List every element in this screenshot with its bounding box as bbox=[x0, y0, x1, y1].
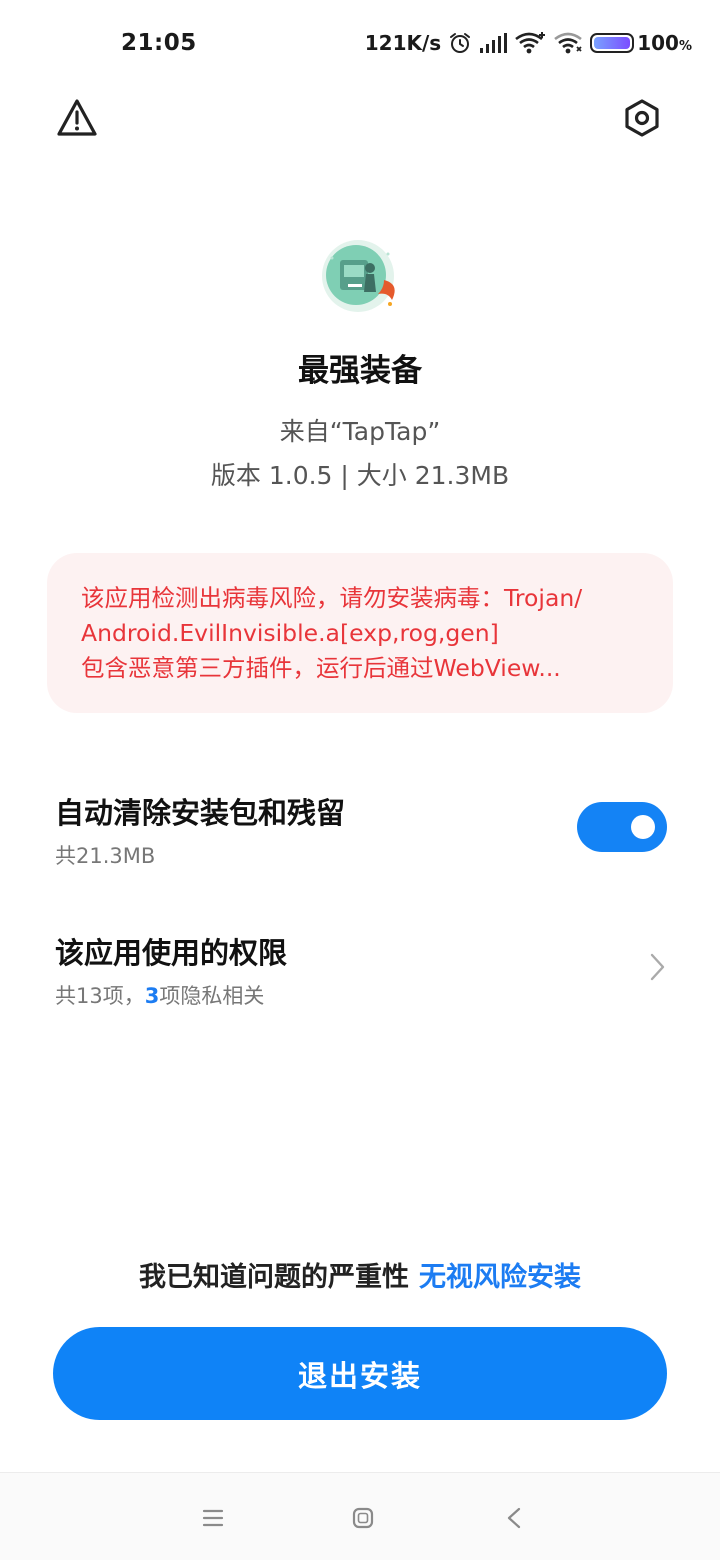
auto-clean-setting: 自动清除安装包和残留 共21.3MB bbox=[55, 790, 667, 870]
auto-clean-toggle[interactable] bbox=[577, 802, 667, 852]
warning-line-3: 包含恶意第三方插件，运行后通过WebView... bbox=[81, 654, 561, 682]
app-name: 最强装备 bbox=[298, 353, 422, 389]
exit-install-button[interactable]: 退出安装 bbox=[53, 1327, 667, 1420]
warning-line-1: 该应用检测出病毒风险，请勿安装病毒：Trojan/ bbox=[81, 584, 583, 612]
home-icon[interactable] bbox=[348, 1503, 378, 1533]
status-icons: 121K/s 100% bbox=[365, 28, 692, 58]
back-icon[interactable] bbox=[500, 1503, 530, 1533]
permissions-count: 共13项， bbox=[55, 984, 145, 1008]
app-version-size: 版本 1.0.5 | 大小 21.3MB bbox=[210, 461, 510, 490]
battery-icon bbox=[590, 33, 635, 53]
wifi-plus-icon bbox=[514, 31, 546, 55]
wifi-icon bbox=[553, 31, 583, 55]
auto-clean-title: 自动清除安装包和残留 bbox=[55, 796, 346, 830]
warning-line-2: Android.EvilInvisible.a[exp,rog,gen] bbox=[81, 619, 499, 647]
ignore-risk-row: 我已知道问题的严重性 无视风险安装 bbox=[0, 1255, 720, 1294]
signal-icon bbox=[479, 32, 508, 54]
warning-triangle-icon[interactable] bbox=[55, 96, 99, 140]
battery-percent-value: 100 bbox=[637, 31, 679, 55]
privacy-count: 3 bbox=[144, 984, 160, 1008]
alarm-icon bbox=[448, 31, 472, 55]
menu-icon[interactable] bbox=[198, 1503, 228, 1533]
battery-level-fill bbox=[594, 37, 631, 49]
battery-percent-unit: % bbox=[678, 39, 692, 54]
install-warning-screen: 21:05 121K/s 100% 最强装备 来自“TapTap” 版本 1.0… bbox=[0, 0, 720, 1560]
app-source: 来自“TapTap” bbox=[279, 417, 441, 446]
chevron-right-icon[interactable] bbox=[645, 952, 669, 982]
auto-clean-size: 共21.3MB bbox=[55, 844, 156, 868]
network-speed: 121K/s bbox=[364, 31, 442, 55]
settings-hexagon-icon[interactable] bbox=[620, 96, 664, 140]
ignore-risk-install-link[interactable]: 无视风险安装 bbox=[419, 1262, 581, 1293]
privacy-suffix: 项隐私相关 bbox=[159, 984, 265, 1008]
virus-warning-card[interactable]: 该应用检测出病毒风险，请勿安装病毒：Trojan/ Android.EvilIn… bbox=[47, 553, 673, 713]
permissions-summary: 共13项，3项隐私相关 bbox=[55, 980, 667, 1010]
battery-percent: 100% bbox=[637, 31, 692, 55]
permissions-row[interactable]: 该应用使用的权限 共13项，3项隐私相关 bbox=[55, 930, 667, 1010]
app-icon bbox=[318, 238, 406, 318]
permissions-title: 该应用使用的权限 bbox=[55, 936, 288, 970]
navigation-bar bbox=[0, 1472, 720, 1560]
status-bar: 21:05 121K/s 100% bbox=[0, 0, 720, 88]
ignore-risk-text: 我已知道问题的严重性 bbox=[139, 1262, 409, 1293]
battery-indicator: 100% bbox=[590, 31, 692, 55]
toggle-knob bbox=[631, 815, 655, 839]
status-time: 21:05 bbox=[121, 30, 197, 56]
